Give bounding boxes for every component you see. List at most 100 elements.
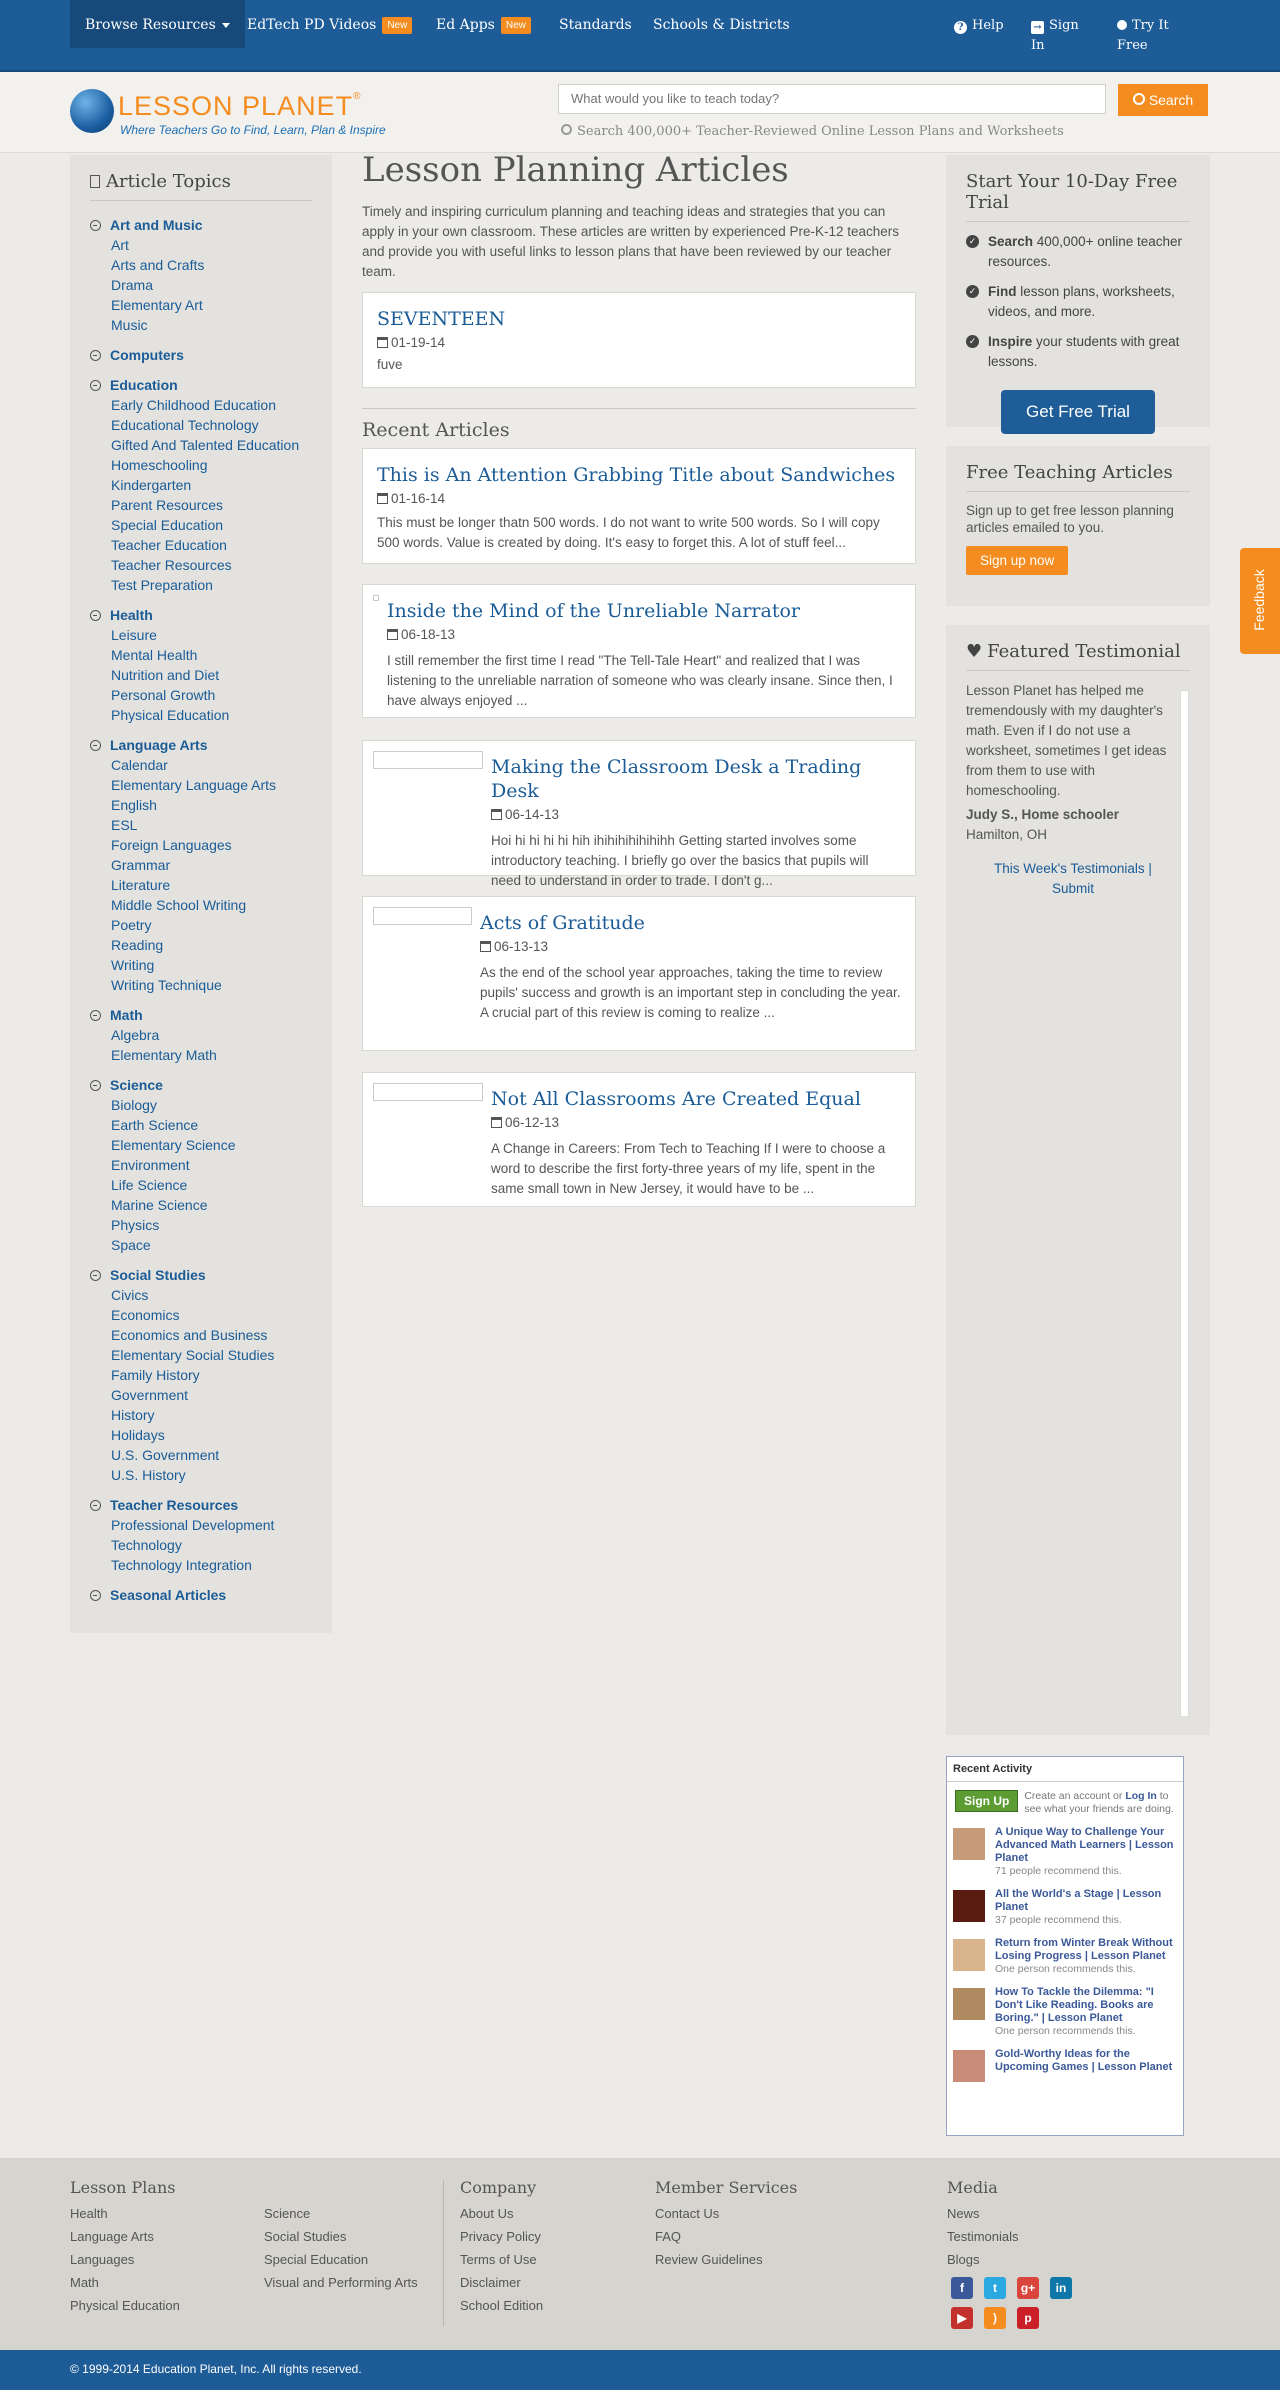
article-card[interactable]: Inside the Mind of the Unreliable Narrat…	[362, 584, 916, 718]
topic-link[interactable]: Family History	[90, 1365, 312, 1385]
article-card[interactable]: This is An Attention Grabbing Title abou…	[362, 448, 916, 564]
topic-link[interactable]: Reading	[90, 935, 312, 955]
footer-link[interactable]: Science	[264, 2206, 310, 2221]
topic-link[interactable]: Art	[90, 235, 312, 255]
collapse-icon[interactable]	[90, 610, 101, 621]
collapse-icon[interactable]	[90, 1080, 101, 1091]
topic-heading[interactable]: Social Studies	[90, 1265, 312, 1285]
topic-link[interactable]: Calendar	[90, 755, 312, 775]
search-button[interactable]: Search	[1118, 84, 1208, 116]
footer-link[interactable]: Terms of Use	[460, 2252, 537, 2267]
topic-link[interactable]: Leisure	[90, 625, 312, 645]
feedback-tab[interactable]: Feedback	[1240, 548, 1280, 654]
footer-link[interactable]: Physical Education	[70, 2298, 180, 2313]
log-in-link[interactable]: Log In	[1125, 1790, 1157, 1802]
testimonial-scrollbar[interactable]	[1180, 690, 1189, 1717]
topic-link[interactable]: Foreign Languages	[90, 835, 312, 855]
collapse-icon[interactable]	[90, 1500, 101, 1511]
activity-item[interactable]: All the World's a Stage | Lesson Planet 3…	[953, 1888, 1177, 1927]
sign-in-link[interactable]: → Sign In	[1031, 16, 1079, 56]
article-title[interactable]: SEVENTEEN	[377, 307, 901, 331]
topic-heading[interactable]: Seasonal Articles	[90, 1585, 312, 1605]
footer-link[interactable]: Disclaimer	[460, 2275, 521, 2290]
youtube-icon[interactable]: ▶	[951, 2307, 973, 2329]
activity-item[interactable]: Return from Winter Break Without Losing …	[953, 1937, 1177, 1976]
footer-link[interactable]: FAQ	[655, 2229, 681, 2244]
submit-testimonial-link[interactable]: Submit	[1052, 881, 1094, 896]
google-plus-icon[interactable]: g+	[1017, 2277, 1039, 2299]
activity-title[interactable]: How To Tackle the Dilemma: "I Don't Like…	[995, 1986, 1177, 2025]
footer-link[interactable]: School Edition	[460, 2298, 543, 2313]
footer-link[interactable]: Review Guidelines	[655, 2252, 763, 2267]
footer-link[interactable]: Special Education	[264, 2252, 368, 2267]
topic-link[interactable]: Environment	[90, 1155, 312, 1175]
facebook-sign-up-button[interactable]: Sign Up	[955, 1790, 1019, 1812]
article-card[interactable]: Not All Classrooms Are Created Equal 06-…	[362, 1072, 916, 1207]
collapse-icon[interactable]	[90, 350, 101, 361]
schools-districts-link[interactable]: Schools & Districts	[653, 0, 790, 48]
topic-link[interactable]: Life Science	[90, 1175, 312, 1195]
topic-heading[interactable]: Education	[90, 375, 312, 395]
topic-link[interactable]: Test Preparation	[90, 575, 312, 595]
article-thumbnail[interactable]	[373, 751, 483, 769]
facebook-icon[interactable]: f	[951, 2277, 973, 2299]
activity-title[interactable]: Gold-Worthy Ideas for the Upcoming Games…	[995, 2048, 1177, 2074]
article-title[interactable]: This is An Attention Grabbing Title abou…	[377, 463, 901, 487]
article-card[interactable]: Making the Classroom Desk a Trading Desk…	[362, 740, 916, 888]
activity-item[interactable]: How To Tackle the Dilemma: "I Don't Like…	[953, 1986, 1177, 2038]
article-title[interactable]: Not All Classrooms Are Created Equal	[491, 1087, 901, 1111]
collapse-icon[interactable]	[90, 1010, 101, 1021]
search-input[interactable]	[558, 84, 1106, 114]
topic-link[interactable]: Literature	[90, 875, 312, 895]
topic-link[interactable]: Elementary Language Arts	[90, 775, 312, 795]
topic-link[interactable]: Economics	[90, 1305, 312, 1325]
topic-link[interactable]: Government	[90, 1385, 312, 1405]
topic-link[interactable]: English	[90, 795, 312, 815]
linkedin-icon[interactable]: in	[1050, 2277, 1072, 2299]
footer-link[interactable]: News	[947, 2206, 980, 2221]
topic-link[interactable]: Mental Health	[90, 645, 312, 665]
footer-link[interactable]: Visual and Performing Arts	[264, 2275, 418, 2290]
topic-link[interactable]: Teacher Resources	[90, 555, 312, 575]
topic-link[interactable]: Special Education	[90, 515, 312, 535]
twitter-icon[interactable]: t	[984, 2277, 1006, 2299]
footer-link[interactable]: Math	[70, 2275, 99, 2290]
topic-link[interactable]: Gifted And Talented Education	[90, 435, 312, 455]
article-title[interactable]: Making the Classroom Desk a Trading Desk	[491, 755, 901, 803]
topic-link[interactable]: Music	[90, 315, 312, 335]
topic-heading[interactable]: Language Arts	[90, 735, 312, 755]
activity-title[interactable]: A Unique Way to Challenge Your Advanced …	[995, 1826, 1177, 1865]
footer-link[interactable]: Languages	[70, 2252, 134, 2267]
footer-link[interactable]: Testimonials	[947, 2229, 1019, 2244]
footer-link[interactable]: Language Arts	[70, 2229, 154, 2244]
topic-link[interactable]: Earth Science	[90, 1115, 312, 1135]
topic-link[interactable]: Elementary Social Studies	[90, 1345, 312, 1365]
topic-heading[interactable]: Art and Music	[90, 215, 312, 235]
topic-link[interactable]: Poetry	[90, 915, 312, 935]
article-thumbnail[interactable]	[373, 595, 379, 601]
topic-link[interactable]: Educational Technology	[90, 415, 312, 435]
topic-link[interactable]: Teacher Education	[90, 535, 312, 555]
footer-link[interactable]: Contact Us	[655, 2206, 719, 2221]
activity-item[interactable]: A Unique Way to Challenge Your Advanced …	[953, 1826, 1177, 1878]
activity-title[interactable]: Return from Winter Break Without Losing …	[995, 1937, 1177, 1963]
topic-link[interactable]: ESL	[90, 815, 312, 835]
topic-link[interactable]: Space	[90, 1235, 312, 1255]
topic-link[interactable]: Homeschooling	[90, 455, 312, 475]
article-title[interactable]: Acts of Gratitude	[480, 911, 901, 935]
activity-title[interactable]: All the World's a Stage | Lesson Planet	[995, 1888, 1177, 1914]
topic-link[interactable]: Nutrition and Diet	[90, 665, 312, 685]
topic-link[interactable]: Holidays	[90, 1425, 312, 1445]
browse-resources-menu[interactable]: Browse Resources	[70, 0, 245, 48]
topic-link[interactable]: Marine Science	[90, 1195, 312, 1215]
topic-link[interactable]: Elementary Science	[90, 1135, 312, 1155]
topic-link[interactable]: Civics	[90, 1285, 312, 1305]
topic-link[interactable]: Physics	[90, 1215, 312, 1235]
topic-heading[interactable]: Teacher Resources	[90, 1495, 312, 1515]
article-card[interactable]: Acts of Gratitude 06-13-13 As the end of…	[362, 896, 916, 1051]
activity-item[interactable]: Gold-Worthy Ideas for the Upcoming Games…	[953, 2048, 1177, 2084]
topic-link[interactable]: Physical Education	[90, 705, 312, 725]
topic-heading[interactable]: Computers	[90, 345, 312, 365]
topic-link[interactable]: Parent Resources	[90, 495, 312, 515]
topic-heading[interactable]: Health	[90, 605, 312, 625]
